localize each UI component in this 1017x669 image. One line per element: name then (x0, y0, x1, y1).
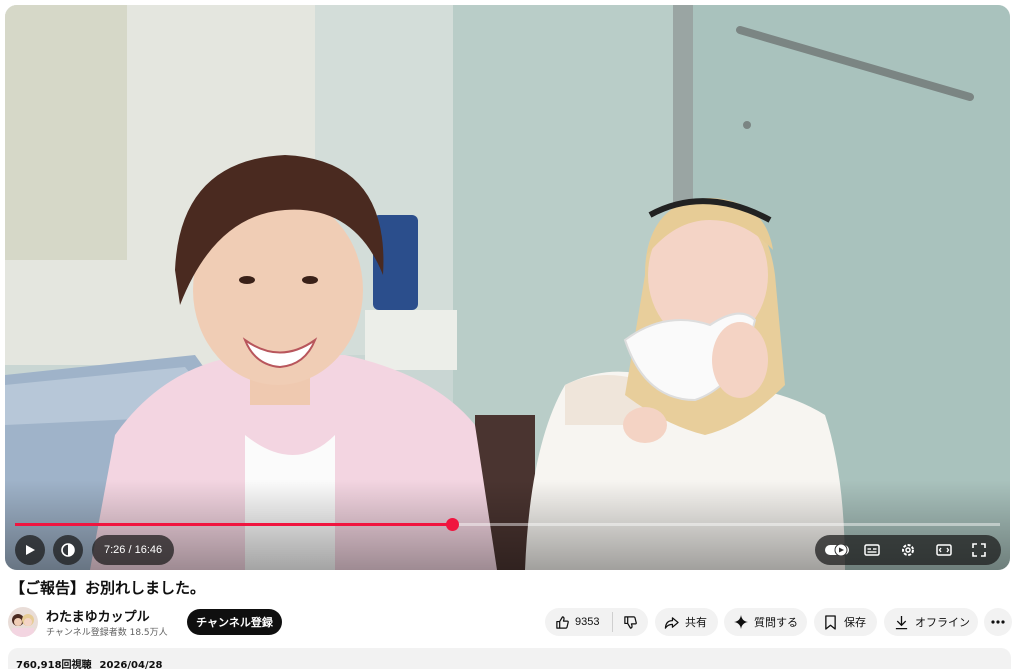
subtitles-icon (864, 544, 881, 556)
channel-name[interactable]: わたまゆカップル (46, 606, 150, 625)
autoplay-toggle[interactable] (822, 535, 852, 565)
time-display: 7:26 / 16:46 (92, 535, 175, 565)
autoplay-toggle-icon (824, 544, 849, 556)
download-button[interactable]: オフライン (884, 608, 978, 636)
more-button[interactable] (984, 608, 1012, 636)
volume-button[interactable] (53, 535, 83, 565)
settings-icon (901, 544, 914, 556)
save-label: 保存 (844, 616, 866, 629)
like-dislike-group: 9353 (545, 608, 648, 636)
more-icon (991, 620, 1005, 624)
offline-label: オフライン (915, 616, 970, 629)
time-text: 7:26 / 16:46 (104, 544, 163, 556)
right-controls (815, 535, 1001, 565)
progress-bar[interactable] (15, 518, 1000, 531)
theater-icon (935, 544, 952, 556)
subtitles-button[interactable] (857, 535, 887, 565)
like-count: 9353 (575, 616, 600, 628)
save-icon (825, 614, 836, 630)
video-title: 【ご報告】お別れしました。 (10, 579, 206, 597)
progress-played (15, 523, 452, 526)
avatar[interactable] (8, 607, 38, 637)
share-icon (664, 616, 679, 629)
ask-button[interactable]: 質問する (724, 608, 807, 636)
progress-scrubber[interactable] (445, 518, 459, 531)
like-icon (556, 615, 569, 629)
dislike-button[interactable] (613, 608, 648, 636)
fullscreen-icon (972, 543, 986, 557)
upload-date: 2026/04/28 (99, 660, 163, 669)
settings-button[interactable] (893, 535, 923, 565)
fullscreen-button[interactable] (964, 535, 994, 565)
share-button[interactable]: 共有 (655, 608, 718, 636)
ask-label: 質問する (754, 616, 798, 629)
dislike-icon (624, 615, 637, 629)
view-count: 760,918回視聴 (16, 660, 92, 669)
share-label: 共有 (685, 616, 707, 629)
play-icon (15, 535, 45, 565)
save-button[interactable]: 保存 (814, 608, 877, 636)
subscriber-count: チャンネル登録者数 18.5万人 (46, 628, 168, 638)
download-icon (895, 615, 908, 629)
video-player[interactable]: 7:26 / 16:46 (5, 5, 1010, 570)
description-box[interactable]: 760,918回視聴 2026/04/28 (8, 648, 1011, 669)
theater-button[interactable] (929, 535, 959, 565)
subscribe-button[interactable]: チャンネル登録 (187, 609, 282, 635)
sparkle-icon (734, 615, 748, 629)
like-button[interactable]: 9353 (545, 608, 612, 636)
volume-icon (53, 535, 83, 565)
play-button[interactable] (15, 535, 45, 565)
